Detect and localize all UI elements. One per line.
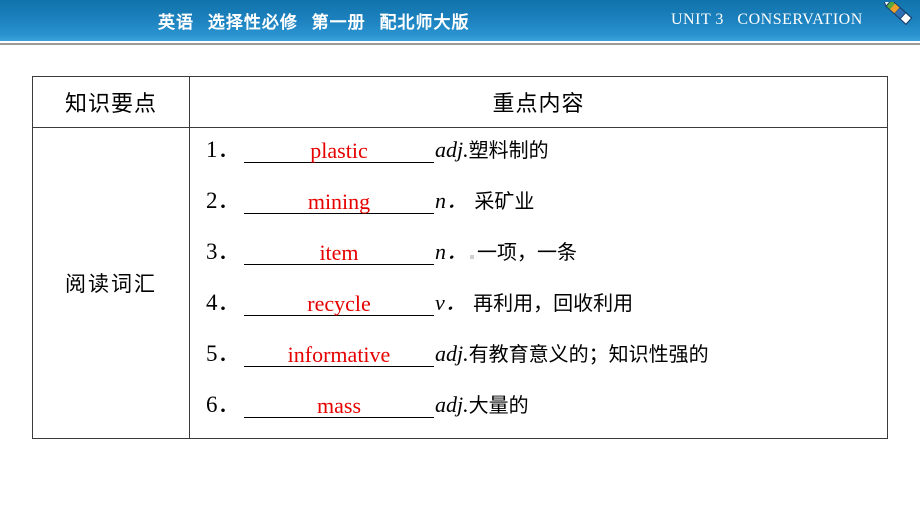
vocabulary-answer-blank[interactable]: recycle (244, 292, 434, 317)
category-cell: 阅读词汇 (32, 127, 190, 439)
part-of-speech-label: n． (435, 188, 469, 213)
vocabulary-list: 1． plastic adj. 塑料制的 2． mining n． 采矿业 3． item n．一… (190, 130, 887, 436)
part-of-speech-label: adj. (435, 341, 469, 366)
course-title: 英语 选择性必修 第一册 配北师大版 (158, 13, 470, 33)
vocabulary-item-number: 3． (206, 239, 241, 264)
vocabulary-item-number: 1． (206, 137, 241, 162)
vocabulary-item-number: 4． (206, 290, 241, 315)
vocabulary-item: 6． mass adj. 大量的 (190, 385, 887, 436)
vocabulary-answer-blank[interactable]: mining (244, 190, 434, 215)
vocabulary-item-number: 2． (206, 188, 241, 213)
vocabulary-item-number: 6． (206, 392, 241, 417)
part-of-speech-label: adj. (435, 392, 469, 417)
vocabulary-item: 2． mining n． 采矿业 (190, 181, 887, 232)
vocabulary-meaning: 一项，一条 (477, 240, 578, 264)
category-label: 阅读词汇 (65, 272, 157, 296)
vocabulary-answer-blank[interactable]: informative (244, 343, 434, 368)
unit-label: UNIT 3 CONSERVATION (671, 11, 863, 28)
vocabulary-list-cell: 1． plastic adj. 塑料制的 2． mining n． 采矿业 3． item n．一… (189, 127, 888, 439)
pencil-icon (882, 2, 913, 25)
vocabulary-meaning: 再利用，回收利用 (466, 291, 634, 315)
table-header-row: 知识要点 重点内容 (32, 76, 888, 128)
vocabulary-answer-blank[interactable]: mass (244, 394, 434, 419)
vocabulary-meaning: 有教育意义的；知识性强的 (468, 342, 709, 366)
header-divider-gray (0, 43, 920, 45)
column-header-knowledge-point-label: 知识要点 (64, 92, 157, 117)
column-header-key-content-label: 重点内容 (492, 92, 585, 117)
vocabulary-answer-blank[interactable]: item (244, 241, 434, 266)
vocabulary-table: 知识要点 重点内容 阅读词汇 1． plastic adj. 塑料制的 2． mining… (32, 76, 888, 439)
column-header-key-content: 重点内容 (189, 76, 888, 128)
vocabulary-item: 3． item n． 一项，一条 (190, 232, 887, 283)
column-header-knowledge-point: 知识要点 (32, 76, 190, 128)
vocabulary-meaning: 采矿业 (468, 189, 535, 213)
part-of-speech-label: n． (435, 239, 469, 264)
vocabulary-item: 1． plastic adj. 塑料制的 (190, 130, 887, 181)
scan-artifact-mark (470, 255, 475, 259)
vocabulary-item: 5． informative adj. 有教育意义的；知识性强的 (190, 334, 887, 385)
part-of-speech-label: v． (435, 290, 467, 315)
vocabulary-item: 4． recycle v． 再利用，回收利用 (190, 283, 887, 334)
vocabulary-item-number: 5． (206, 341, 241, 366)
part-of-speech-label: adj. (435, 137, 469, 162)
vocabulary-meaning: 大量的 (468, 393, 529, 417)
vocabulary-answer-blank[interactable]: plastic (244, 139, 434, 164)
vocabulary-meaning: 塑料制的 (468, 138, 549, 162)
table-row: 阅读词汇 1． plastic adj. 塑料制的 2． mining n． 采矿业 3． it… (32, 127, 888, 439)
